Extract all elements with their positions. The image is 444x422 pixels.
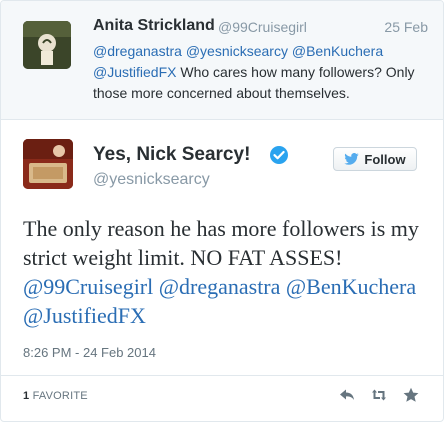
parent-name[interactable]: Anita Strickland bbox=[93, 17, 215, 35]
parent-mention-link[interactable]: @JustifiedFX bbox=[93, 64, 176, 80]
author-handle[interactable]: @yesnicksearcy bbox=[93, 171, 210, 189]
author-name[interactable]: Yes, Nick Searcy! bbox=[93, 144, 250, 166]
parent-tweet[interactable]: Anita Strickland @99Cruisegirl 25 Feb @d… bbox=[1, 1, 443, 120]
tweet-mention-link[interactable]: @JustifiedFX bbox=[23, 303, 146, 328]
tweet-mention-link[interactable]: @dreganastra bbox=[159, 274, 281, 299]
retweet-icon[interactable] bbox=[371, 387, 387, 403]
parent-avatar[interactable] bbox=[23, 21, 71, 69]
follow-label: Follow bbox=[364, 151, 406, 167]
favorite-star-icon[interactable] bbox=[403, 387, 419, 403]
parent-mention-link[interactable]: @yesnicksearcy bbox=[186, 43, 288, 59]
tweet-card: Anita Strickland @99Cruisegirl 25 Feb @d… bbox=[0, 0, 444, 422]
parent-mention-link[interactable]: @BenKuchera bbox=[292, 43, 383, 59]
favorite-count: 1 bbox=[23, 390, 30, 402]
bird-icon bbox=[344, 153, 360, 165]
tweet-body-text: The only reason he has more followers is… bbox=[23, 216, 419, 270]
verified-badge-icon bbox=[270, 146, 288, 164]
tweet-actions bbox=[339, 387, 419, 403]
tweet-mention-link[interactable]: @BenKuchera bbox=[286, 274, 416, 299]
parent-header: Anita Strickland @99Cruisegirl 25 Feb bbox=[93, 17, 428, 39]
reply-icon[interactable] bbox=[339, 387, 355, 403]
parent-handle[interactable]: @99Cruisegirl bbox=[218, 19, 307, 35]
parent-text: @dreganastra @yesnicksearcy @BenKuchera … bbox=[93, 41, 428, 104]
parent-date[interactable]: 25 Feb bbox=[384, 19, 428, 35]
tweet-text: The only reason he has more followers is… bbox=[23, 214, 428, 330]
follow-button[interactable]: Follow bbox=[333, 147, 417, 171]
parent-mention-link[interactable]: @dreganastra bbox=[93, 43, 182, 59]
tweet-timestamp[interactable]: 8:26 PM - 24 Feb 2014 bbox=[23, 345, 156, 360]
favorite-stat[interactable]: 1 FAVORITE bbox=[23, 390, 88, 402]
tweet-mention-link[interactable]: @99Cruisegirl bbox=[23, 274, 153, 299]
divider bbox=[1, 375, 443, 376]
author-avatar[interactable] bbox=[23, 139, 73, 189]
favorite-label: FAVORITE bbox=[32, 390, 88, 402]
